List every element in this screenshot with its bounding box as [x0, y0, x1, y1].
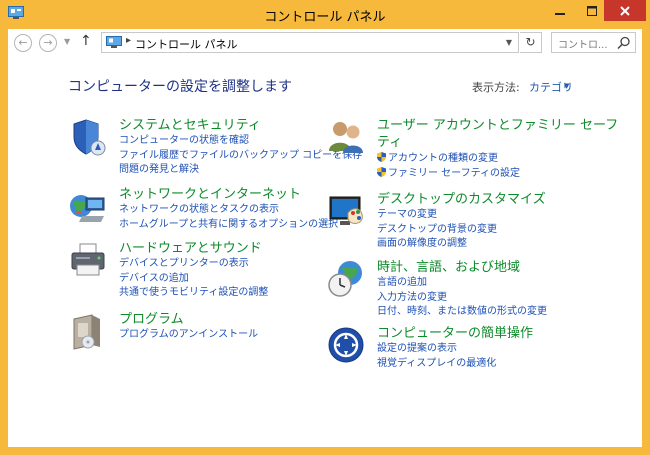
page-title: コンピューターの設定を調整します [68, 79, 292, 95]
back-button[interactable]: ← [14, 34, 32, 52]
category-title[interactable]: 時計、言語、および地域 [377, 259, 520, 276]
link-mobility-settings[interactable]: 共通で使うモビリティ設定の調整 [119, 286, 268, 301]
link-network-status-tasks[interactable]: ネットワークの状態とタスクの表示 [119, 203, 338, 218]
link-homegroup-sharing-options[interactable]: ホームグループと共有に関するオプションの選択 [119, 218, 338, 233]
printer-icon [71, 243, 105, 276]
search-placeholder: コントロ... [558, 40, 608, 51]
monitor-palette-icon [329, 196, 363, 225]
link-suggested-settings[interactable]: 設定の提案の表示 [377, 342, 496, 357]
breadcrumb-separator-icon[interactable]: ▸ [126, 35, 131, 46]
maximize-button[interactable] [578, 1, 606, 21]
link-adjust-screen-resolution[interactable]: 画面の解像度の調整 [377, 237, 497, 252]
category-title[interactable]: コンピューターの簡単操作 [377, 325, 533, 342]
link-family-safety[interactable]: ファミリー セーフティの設定 [377, 166, 520, 182]
program-box-icon [73, 314, 100, 350]
close-icon [620, 5, 630, 16]
control-panel-window: コントロール パネル ← → ▼ ↑ ▸ コントロール パネル ▼ ↻ コントロ… [0, 0, 650, 455]
ease-of-access-icon [328, 327, 364, 363]
link-add-language[interactable]: 言語の追加 [377, 276, 547, 291]
link-uninstall-program[interactable]: プログラムのアンインストール [119, 328, 258, 343]
clock-globe-icon [328, 261, 362, 297]
link-change-desktop-background[interactable]: デスクトップの背景の変更 [377, 223, 497, 238]
category-title[interactable]: プログラム [119, 311, 184, 328]
link-change-theme[interactable]: テーマの変更 [377, 208, 497, 223]
network-globe-icon [70, 195, 105, 222]
search-icon[interactable] [617, 36, 631, 50]
control-panel-location-icon [106, 36, 122, 48]
breadcrumb-control-panel[interactable]: コントロール パネル [135, 36, 238, 52]
shield-icon [73, 119, 106, 156]
up-button[interactable]: ↑ [80, 33, 92, 49]
category-title[interactable]: ユーザー アカウントとファミリー セーフ ティ [377, 117, 618, 151]
category-title-line1: ユーザー アカウントとファミリー セーフ [377, 118, 619, 133]
category-title[interactable]: システムとセキュリティ [119, 117, 261, 134]
users-icon [329, 122, 363, 153]
up-arrow-icon: ↑ [80, 33, 92, 49]
category-title[interactable]: ハードウェアとサウンド [119, 240, 262, 257]
close-button[interactable] [604, 0, 646, 21]
category-title-line2: ティ [377, 135, 403, 150]
link-find-fix-problems[interactable]: 問題の発見と解決 [119, 163, 362, 178]
link-change-input-method[interactable]: 入力方法の変更 [377, 291, 547, 306]
address-bar[interactable]: ▸ コントロール パネル ▼ [101, 32, 519, 53]
view-by-label: 表示方法: [472, 81, 520, 94]
forward-arrow-icon: → [43, 36, 53, 49]
link-text: ファミリー セーフティの設定 [388, 167, 520, 179]
title-bar[interactable]: コントロール パネル [0, 0, 650, 28]
uac-shield-icon [377, 152, 386, 162]
recent-locations-dropdown[interactable]: ▼ [64, 37, 70, 46]
chevron-down-icon: ▼ [64, 37, 71, 46]
link-add-device[interactable]: デバイスの追加 [119, 272, 268, 287]
link-change-account-type[interactable]: アカウントの種類の変更 [377, 152, 520, 167]
category-title[interactable]: デスクトップのカスタマイズ [377, 191, 546, 208]
category-title[interactable]: ネットワークとインターネット [119, 186, 301, 203]
back-arrow-icon: ← [18, 36, 28, 49]
view-by-chevron-icon[interactable]: ▼ [564, 82, 569, 90]
client-area: ← → ▼ ↑ ▸ コントロール パネル ▼ ↻ コントロ... コンピューター… [8, 29, 642, 447]
forward-button[interactable]: → [39, 34, 57, 52]
refresh-icon: ↻ [525, 35, 536, 49]
maximize-icon [587, 6, 597, 16]
search-input[interactable]: コントロ... [551, 32, 636, 53]
minimize-icon [555, 13, 565, 15]
refresh-button[interactable]: ↻ [520, 32, 542, 53]
navigation-bar: ← → ▼ ↑ ▸ コントロール パネル ▼ ↻ コントロ... [8, 29, 642, 59]
link-text: アカウントの種類の変更 [388, 153, 498, 164]
link-change-date-time-number-formats[interactable]: 日付、時刻、または数値の形式の変更 [377, 305, 547, 320]
minimize-button[interactable] [546, 1, 574, 21]
link-devices-printers[interactable]: デバイスとプリンターの表示 [119, 257, 268, 272]
address-dropdown-icon[interactable]: ▼ [506, 38, 512, 47]
uac-shield-icon [377, 166, 386, 177]
link-optimize-visual-display[interactable]: 視覚ディスプレイの最適化 [377, 357, 496, 372]
